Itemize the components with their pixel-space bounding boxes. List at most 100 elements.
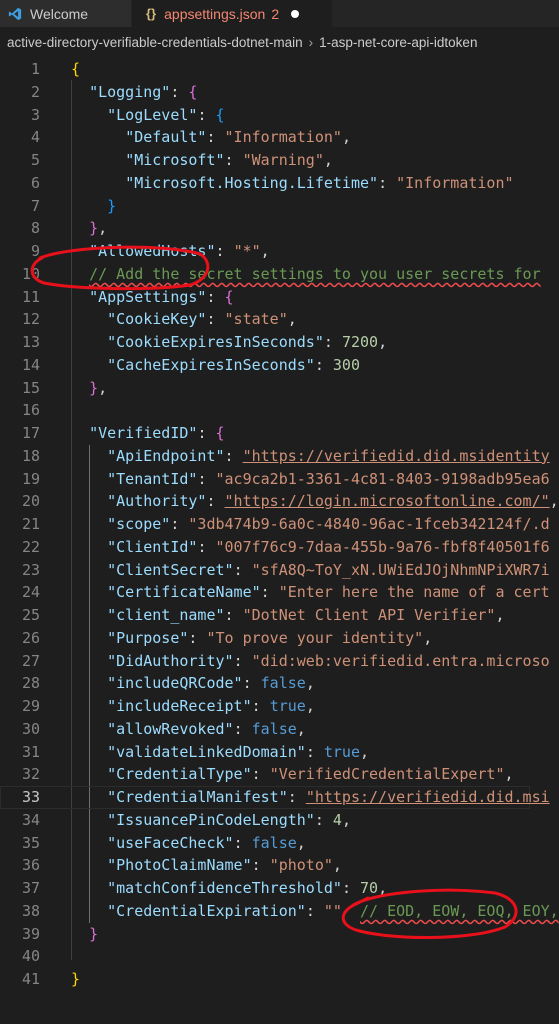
line-number: 36 <box>21 856 40 875</box>
json-key: "CookieExpiresInSeconds" <box>107 333 324 351</box>
unsaved-dot-icon[interactable] <box>291 9 300 18</box>
code-line: 16 <box>0 399 559 422</box>
json-value: "sfA8Q~ToY_xN.UWiEdJOjNhmNPiXWR7i <box>251 560 550 579</box>
json-key: "Authority" <box>107 492 207 511</box>
json-value: 300 <box>332 355 360 374</box>
json-key: "Logging" <box>89 82 171 101</box>
json-key: "scope" <box>107 515 171 533</box>
json-value: true <box>323 742 360 761</box>
json-value: "did:web:verifiedid.entra.microso <box>251 651 550 670</box>
json-key: "Microsoft" <box>125 151 225 169</box>
line-number: 29 <box>21 697 40 715</box>
line-number: 27 <box>21 651 40 670</box>
line-number: 10 <box>21 264 40 283</box>
code-line: 31 "validateLinkedDomain": true, <box>0 741 559 764</box>
code-line: 19 "TenantId": "ac9ca2b1-3361-4c81-8403-… <box>0 468 559 491</box>
line-number: 23 <box>21 560 40 579</box>
line-number: 17 <box>21 424 40 442</box>
code-line: 41} <box>0 968 559 991</box>
json-key: "IssuancePinCodeLength" <box>107 810 315 829</box>
line-number: 31 <box>21 742 40 761</box>
code-line: 6 "Microsoft.Hosting.Lifetime": "Informa… <box>0 172 559 195</box>
line-number: 16 <box>21 401 40 420</box>
json-braces-icon: {} <box>146 6 157 21</box>
line-number: 4 <box>30 128 40 147</box>
json-value: false <box>260 674 306 693</box>
json-key: "ApiEndpoint" <box>107 446 225 465</box>
code-editor[interactable]: 1{ 2 "Logging": { 3 "LogLevel": { 4 "Def… <box>0 58 559 1024</box>
json-key: "includeReceipt" <box>107 697 252 715</box>
json-value: 7200 <box>341 333 379 351</box>
json-key: "allowRevoked" <box>107 719 234 738</box>
json-value: "VerifiedCredentialExpert" <box>269 765 505 784</box>
json-key: "validateLinkedDomain" <box>107 742 306 761</box>
json-key: "ClientSecret" <box>107 560 234 579</box>
tab-appsettings-label: appsettings.json <box>164 5 266 22</box>
line-number: 30 <box>21 719 40 738</box>
json-key: "CookieKey" <box>107 310 207 329</box>
code-line: 34 "IssuancePinCodeLength": 4, <box>0 809 559 832</box>
line-number: 11 <box>21 287 40 306</box>
code-line: 40 <box>0 945 559 968</box>
tab-appsettings-json[interactable]: {} appsettings.json 2 <box>132 0 332 27</box>
line-number: 22 <box>21 537 40 556</box>
line-number: 19 <box>21 469 40 488</box>
code-line: 36 "PhotoClaimName": "photo", <box>0 854 559 877</box>
line-number: 1 <box>30 60 40 78</box>
json-value: "DotNet Client API Verifier" <box>242 606 496 624</box>
line-number: 34 <box>21 810 40 829</box>
code-line: 25 "client_name": "DotNet Client API Ver… <box>0 604 559 627</box>
json-key: "CredentialExpiration" <box>107 901 306 920</box>
code-token: { <box>71 60 81 78</box>
code-line: 21 "scope": "3db474b9-6a0c-4840-96ac-1fc… <box>0 513 559 536</box>
json-value: "3db474b9-6a0c-4840-96ac-1fceb342124f/.d <box>188 515 550 533</box>
line-number: 21 <box>21 515 40 533</box>
json-value: false <box>251 833 297 852</box>
json-value: "photo" <box>269 856 333 875</box>
tab-welcome-label: Welcome <box>30 5 89 22</box>
json-key: "Microsoft.Hosting.Lifetime" <box>125 173 379 192</box>
json-value: "Information" <box>224 128 342 147</box>
json-value: false <box>251 719 297 738</box>
json-value: 70 <box>360 879 379 897</box>
tab-bar: Welcome {} appsettings.json 2 <box>0 0 559 27</box>
code-line: 5 "Microsoft": "Warning", <box>0 149 559 172</box>
json-value: "007f76c9-7daa-455b-9a76-fbf8f40501f6 <box>215 537 550 556</box>
json-key: "AppSettings" <box>89 287 207 306</box>
line-number: 26 <box>21 628 40 647</box>
line-number: 14 <box>21 355 40 374</box>
json-value: 4 <box>332 810 342 829</box>
line-number: 7 <box>30 196 40 215</box>
code-line: 18 "ApiEndpoint": "https://verifiedid.di… <box>0 445 559 468</box>
tab-welcome[interactable]: Welcome <box>0 0 131 27</box>
line-number: 41 <box>21 970 40 988</box>
code-comment: // EOD, EOW, EOQ, EOY, <box>360 901 559 920</box>
json-value: "ac9ca2b1-3361-4c81-8403-9198adb95ea6 <box>215 469 550 488</box>
breadcrumb-item-project[interactable]: 1-asp-net-core-api-idtoken <box>319 35 477 50</box>
code-line: 4 "Default": "Information", <box>0 126 559 149</box>
code-line: 7 } <box>0 195 559 218</box>
json-value: "https://verifiedid.did.msi <box>305 788 550 806</box>
line-number: 6 <box>30 173 40 192</box>
code-line: 12 "CookieKey": "state", <box>0 308 559 331</box>
json-key: "useFaceCheck" <box>107 833 234 852</box>
json-key: "client_name" <box>107 606 225 624</box>
json-value: "https://verifiedid.did.msidentity <box>242 446 550 465</box>
json-key: "VerifiedID" <box>89 424 198 442</box>
json-key: "PhotoClaimName" <box>107 856 252 875</box>
breadcrumb-item-repo[interactable]: active-directory-verifiable-credentials-… <box>7 35 303 50</box>
line-number: 24 <box>21 583 40 602</box>
line-number: 33 <box>21 788 40 806</box>
json-key: "matchConfidenceThreshold" <box>107 879 342 897</box>
code-line: 15 }, <box>0 377 559 400</box>
json-value: "*" <box>233 242 261 260</box>
code-line: 22 "ClientId": "007f76c9-7daa-455b-9a76-… <box>0 536 559 559</box>
code-line: 35 "useFaceCheck": false, <box>0 832 559 855</box>
json-key: "TenantId" <box>107 469 198 488</box>
code-comment: // Add the secret settings to you user s… <box>89 264 541 283</box>
chevron-right-icon: › <box>308 35 314 50</box>
code-line-current: 33 "CredentialManifest": "https://verifi… <box>0 786 550 809</box>
json-key: "includeQRCode" <box>107 674 243 693</box>
code-line: 29 "includeReceipt": true, <box>0 695 559 718</box>
json-value: "" <box>323 901 342 920</box>
